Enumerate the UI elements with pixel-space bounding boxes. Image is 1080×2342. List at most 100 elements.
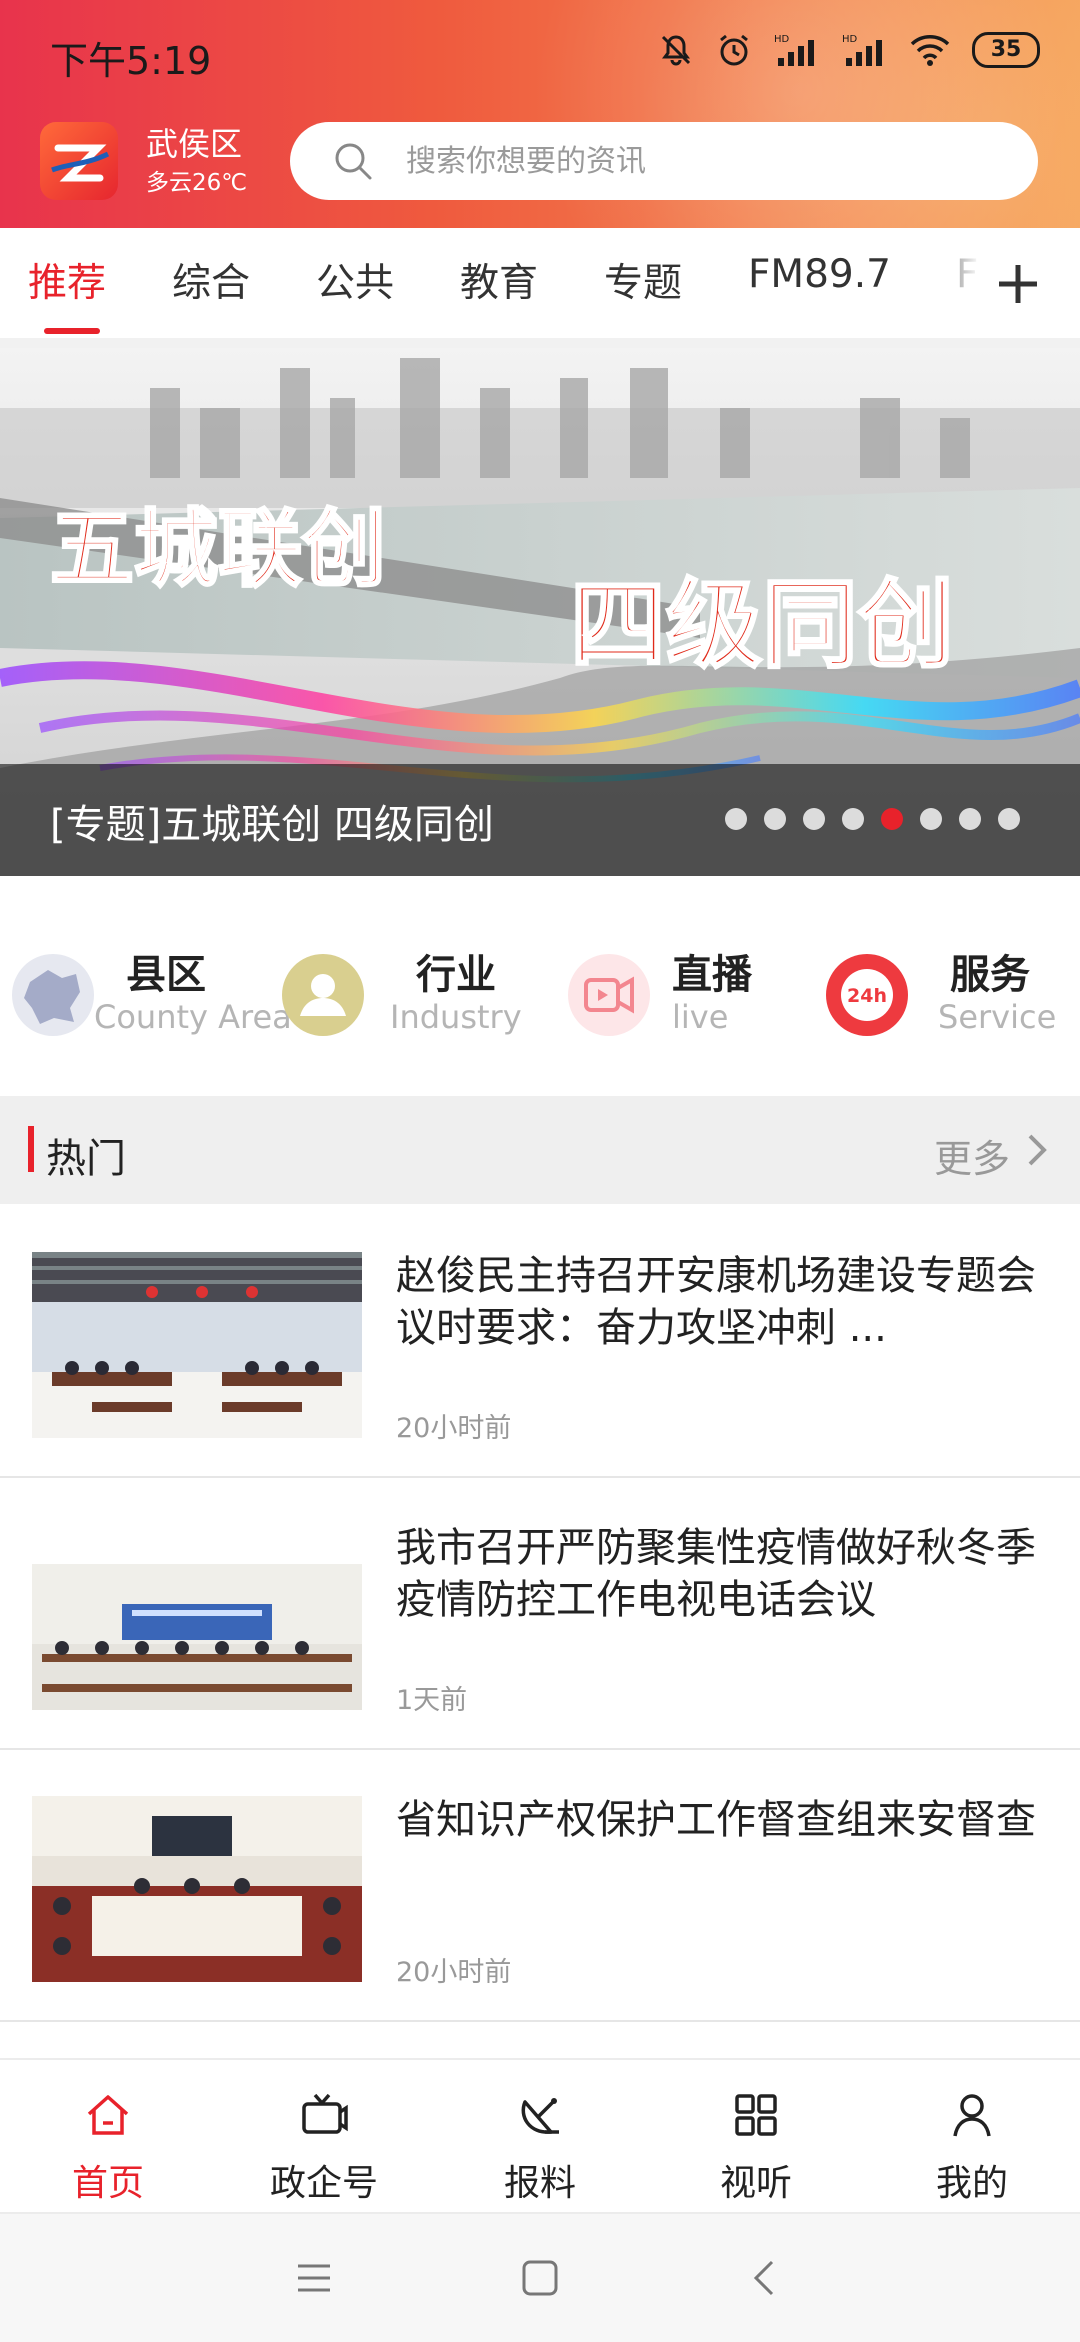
bottom-nav: 首页 政企号 报料 视听 我的 [0, 2058, 1080, 2212]
app-bar: 武侯区 多云26℃ [0, 112, 1080, 218]
section-title: 热门 [46, 1136, 126, 1182]
tab-special[interactable]: 专题 [604, 252, 682, 308]
carousel-dot[interactable] [998, 808, 1020, 830]
carousel-dot[interactable] [803, 808, 825, 830]
nav-home[interactable]: 首页 [0, 2060, 216, 2212]
category-tabs: 推荐 综合 公共 教育 专题 FM89.7 F [0, 228, 1080, 348]
banner-carousel[interactable]: 五城联创 四级同创 [专题]五城联创 四级同创 [0, 348, 1080, 876]
hd-signal-icon: HD [774, 34, 814, 66]
nav-label: 报料 [503, 2163, 576, 2204]
status-time: 下午5:19 [50, 39, 212, 83]
quick-link-subtitle: live [672, 998, 729, 1036]
nav-label: 首页 [71, 2163, 144, 2204]
system-nav-bar [0, 2212, 1080, 2342]
tab-fade [920, 228, 980, 328]
search-icon [335, 143, 372, 180]
user-icon [953, 2094, 991, 2137]
news-title: 赵俊民主持召开安康机场建设专题会议时要求：奋力攻坚冲刺 ... [396, 1253, 1036, 1351]
news-item[interactable]: 赵俊民主持召开安康机场建设专题会议时要求：奋力攻坚冲刺 ... 20小时前 [0, 1206, 1080, 1478]
news-time: 20小时前 [396, 1413, 512, 1444]
active-tab-indicator [44, 328, 100, 334]
nav-media[interactable]: 视听 [648, 2060, 864, 2212]
quick-link-title: 行业 [416, 952, 496, 998]
satellite-dish-icon [521, 2098, 559, 2134]
home-icon [87, 2095, 129, 2135]
search-bar[interactable] [290, 122, 1038, 200]
carousel-dot[interactable] [959, 808, 981, 830]
tab-public[interactable]: 公共 [316, 252, 394, 308]
carousel-dot[interactable] [842, 808, 864, 830]
nav-label: 视听 [719, 2163, 792, 2204]
quick-link-industry[interactable]: 行业 Industry [280, 942, 530, 1052]
news-item[interactable]: 省知识产权保护工作督查组来安督查 20小时前 [0, 1750, 1080, 2022]
banner-art-text-left: 五城联创 [50, 499, 386, 598]
quick-link-service[interactable]: 24h 服务 Service [824, 942, 1074, 1052]
wifi-icon [910, 35, 950, 66]
carousel-dots [725, 808, 1020, 830]
quick-link-subtitle: County Area [94, 998, 292, 1036]
quick-link-title: 服务 [950, 952, 1030, 998]
person-icon [282, 954, 364, 1036]
mute-bell-icon [661, 35, 691, 66]
header: 下午5:19 HD HD 35 武侯区 多云26℃ [0, 0, 1080, 228]
tab-education[interactable]: 教育 [460, 252, 538, 308]
quick-link-title: 直播 [672, 952, 752, 998]
back-icon[interactable] [742, 2254, 790, 2302]
quick-links: 县区 County Area 行业 Industry 直播 live 24h 服… [0, 888, 1080, 1094]
news-thumbnail [32, 1524, 362, 1710]
plus-icon [999, 265, 1037, 303]
svg-text:HD: HD [774, 34, 790, 45]
quick-link-live[interactable]: 直播 live [566, 942, 796, 1052]
tab-general[interactable]: 综合 [172, 252, 250, 308]
tv-icon [302, 2093, 348, 2134]
hot-section-header: 热门 更多 [0, 1096, 1080, 1204]
app-logo-icon[interactable] [40, 122, 118, 200]
news-thumbnail [32, 1796, 362, 1982]
carousel-dot-active[interactable] [881, 808, 903, 830]
nav-government[interactable]: 政企号 [216, 2060, 432, 2212]
banner-caption: [专题]五城联创 四级同创 [0, 764, 1080, 876]
tab-fm[interactable]: FM89.7 [748, 252, 891, 297]
news-time: 20小时前 [396, 1957, 512, 1988]
24h-service-icon: 24h [826, 954, 908, 1036]
grid-icon [735, 2094, 777, 2136]
quick-link-subtitle: Service [938, 998, 1057, 1036]
add-tab-button[interactable] [980, 246, 1056, 322]
more-link[interactable]: 更多 [934, 1128, 1010, 1183]
nav-report[interactable]: 报料 [432, 2060, 648, 2212]
banner-art-text-right: 四级同创 [570, 568, 954, 681]
section-accent-bar [28, 1126, 34, 1172]
quick-link-title: 县区 [126, 952, 206, 998]
home-square-icon[interactable] [516, 2254, 564, 2302]
nav-label: 我的 [935, 2163, 1008, 2204]
search-input[interactable] [404, 142, 968, 180]
weather-text: 多云26℃ [146, 170, 248, 196]
news-title: 省知识产权保护工作督查组来安督查 [396, 1797, 1036, 1843]
status-bar: 下午5:19 HD HD 35 [0, 0, 1080, 104]
location-city: 武侯区 [146, 125, 243, 163]
news-thumbnail [32, 1252, 362, 1438]
alarm-icon [720, 34, 748, 66]
svg-text:24h: 24h [847, 985, 887, 1007]
news-item[interactable]: 我市召开严防聚集性疫情做好秋冬季疫情防控工作电视电话会议 1天前 [0, 1478, 1080, 1750]
carousel-dot[interactable] [764, 808, 786, 830]
tab-recommend[interactable]: 推荐 [28, 252, 106, 308]
banner-title: [专题]五城联创 四级同创 [50, 802, 494, 848]
nav-profile[interactable]: 我的 [864, 2060, 1080, 2212]
nav-label: 政企号 [269, 2163, 378, 2204]
location-weather[interactable]: 武侯区 多云26℃ [146, 124, 247, 198]
carousel-dot[interactable] [725, 808, 747, 830]
news-title: 我市召开严防聚集性疫情做好秋冬季疫情防控工作电视电话会议 [396, 1525, 1036, 1623]
news-time: 1天前 [396, 1685, 468, 1716]
battery-icon: 35 [972, 32, 1040, 68]
chevron-right-icon[interactable] [1026, 1132, 1050, 1168]
quick-link-subtitle: Industry [390, 998, 522, 1036]
county-map-icon [12, 954, 94, 1036]
quick-link-county[interactable]: 县区 County Area [10, 942, 292, 1052]
menu-icon[interactable] [290, 2254, 338, 2302]
svg-text:HD: HD [842, 34, 858, 45]
status-icons: HD HD 35 [658, 26, 1040, 74]
live-video-icon [568, 954, 650, 1036]
carousel-dot[interactable] [920, 808, 942, 830]
hd-signal-icon: HD [842, 34, 882, 66]
